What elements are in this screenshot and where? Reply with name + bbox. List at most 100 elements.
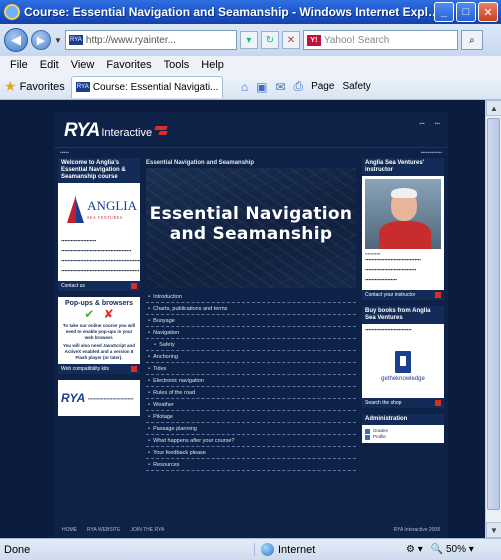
admin-profile-link[interactable]: Profile xyxy=(365,434,441,440)
back-button[interactable]: ◀ xyxy=(4,28,28,52)
refresh-button[interactable]: ↻ xyxy=(260,31,279,49)
tab-favicon-icon: RYA xyxy=(75,82,90,92)
arrow-icon xyxy=(131,366,137,372)
course-menu-item[interactable]: ▪ What happens after your course? xyxy=(146,435,356,447)
menu-help[interactable]: Help xyxy=(201,59,224,71)
favorites-bar: ★ Favorites RYA Course: Essential Naviga… xyxy=(0,74,501,100)
menu-file[interactable]: File xyxy=(10,59,28,71)
contact-instructor-button[interactable]: Contact your instructor xyxy=(362,290,444,300)
menu-tools[interactable]: Tools xyxy=(164,59,190,71)
instructor-title: Anglia Sea Ventures' instructor xyxy=(362,158,444,176)
scroll-thumb[interactable] xyxy=(487,118,500,510)
footer-home-link[interactable]: HOME xyxy=(62,527,77,533)
browser-tab[interactable]: RYA Course: Essential Navigati... xyxy=(70,75,223,98)
course-menu: ▪ Introduction ▪ Charts, publications and t… xyxy=(146,291,356,471)
header-link-2[interactable]: ▪▪▪ xyxy=(435,121,440,127)
history-dropdown-icon[interactable]: ▼ xyxy=(54,36,62,45)
popup-text-2: You will also need JavaScript and Active… xyxy=(63,343,135,360)
course-menu-item[interactable]: ▪ Safety xyxy=(146,339,356,351)
course-menu-item[interactable]: ▪ Introduction xyxy=(146,291,356,303)
course-menu-item[interactable]: ▪ Tides xyxy=(146,363,356,375)
course-menu-item[interactable]: ▪ Resources xyxy=(146,459,356,471)
forward-button[interactable]: ▶ xyxy=(31,30,51,50)
rya-contact-box[interactable]: RYA ▪▪▪▪▪▪▪▪▪▪▪▪▪▪▪▪▪▪▪▪▪▪▪▪▪▪▪▪▪▪▪▪ xyxy=(58,380,140,416)
course-menu-item[interactable]: ▪ Your feedback please xyxy=(146,447,356,459)
course-menu-item[interactable]: ▪ Buoyage xyxy=(146,315,356,327)
home-icon[interactable]: ⌂ xyxy=(241,80,248,94)
gtk-logo[interactable]: getheknowledge xyxy=(365,337,441,395)
yahoo-icon: Y! xyxy=(306,34,321,46)
instructor-photo xyxy=(365,179,441,249)
course-menu-label: Navigation xyxy=(153,329,180,336)
contact-us-label: Contact us xyxy=(61,283,85,289)
contact-instructor-label: Contact your instructor xyxy=(365,292,416,298)
mail-icon[interactable]: ✉ xyxy=(275,80,285,94)
popup-text-1: To take our online course you will need … xyxy=(62,323,136,340)
close-button[interactable]: ✕ xyxy=(478,2,498,22)
vertical-scrollbar[interactable]: ▲ ▼ xyxy=(485,100,501,538)
header-link-1[interactable]: ▪▪▪ xyxy=(419,121,424,127)
course-menu-label: Resources xyxy=(153,461,180,468)
print-icon[interactable]: ⎙ xyxy=(293,79,303,94)
welcome-title: Welcome to Anglia's Essential Navigation… xyxy=(58,158,140,183)
compat-kit-button[interactable]: Web compatibility kits xyxy=(58,364,140,374)
site-favicon-icon: RYA xyxy=(68,35,83,45)
window-title-bar[interactable]: Course: Essential Navigation and Seamans… xyxy=(0,0,501,24)
course-menu-item[interactable]: ▪ Pilotage xyxy=(146,411,356,423)
course-menu-item[interactable]: ▪ Navigation xyxy=(146,327,356,339)
bullet-icon: ▪ xyxy=(148,365,151,372)
feeds-icon[interactable]: ▣ xyxy=(256,80,267,94)
bullet-icon: ▪ xyxy=(148,293,151,300)
search-field[interactable]: Y! Yahoo! Search xyxy=(302,30,458,50)
course-menu-item[interactable]: ▪ Rules of the road xyxy=(146,387,356,399)
login-info: ▪▪▪▪▪▪▪▪▪▪▪▪ xyxy=(420,150,442,156)
stop-button[interactable]: ✕ xyxy=(281,31,300,49)
arrow-icon xyxy=(435,400,441,406)
search-shop-button[interactable]: Search the shop xyxy=(362,398,444,408)
security-zone[interactable]: Internet xyxy=(254,543,394,556)
search-button[interactable]: ⌕ xyxy=(460,30,483,50)
bullet-icon: ▪ xyxy=(148,305,151,312)
safety-menu[interactable]: Safety xyxy=(342,81,370,92)
maximize-button[interactable]: □ xyxy=(456,2,476,22)
header-links: ▪▪▪ ▪▪▪ xyxy=(419,121,440,127)
books-text: ▪▪▪▪▪▪▪▪▪▪▪▪▪▪▪▪▪▪▪▪▪▪▪▪▪▪▪▪▪ xyxy=(365,327,412,332)
course-menu-label: Tides xyxy=(153,365,167,372)
instructor-panel: ▪▪▪▪▪▪▪▪▪▪▪ ▪▪▪▪▪▪▪▪▪▪▪▪▪▪▪▪▪▪▪▪▪▪▪▪▪▪▪▪… xyxy=(362,176,444,290)
address-dropdown-button[interactable]: ▾ xyxy=(239,31,258,49)
scroll-up-button[interactable]: ▲ xyxy=(486,100,501,116)
footer-rya-website-link[interactable]: RYA WEBSITE xyxy=(87,527,120,533)
course-menu-item[interactable]: ▪ Anchoring xyxy=(146,351,356,363)
minimize-button[interactable]: _ xyxy=(434,2,454,22)
menu-edit[interactable]: Edit xyxy=(40,59,59,71)
check-icon: ✔ xyxy=(84,307,95,321)
popup-title: Pop-ups & browsers xyxy=(64,300,134,307)
middle-column: Essential Navigation and Seamanship Esse… xyxy=(146,158,356,471)
course-menu-item[interactable]: ▪ Electronic navigation xyxy=(146,375,356,387)
menu-view[interactable]: View xyxy=(71,59,95,71)
compat-kit-label: Web compatibility kits xyxy=(61,366,109,372)
contact-us-button[interactable]: Contact us xyxy=(58,281,140,291)
course-menu-item[interactable]: ▪ Weather xyxy=(146,399,356,411)
footer-join-link[interactable]: JOIN THE RYA xyxy=(130,527,164,533)
instructor-text-3: ▪▪▪▪▪▪▪▪▪▪▪▪▪▪▪▪▪▪▪▪ xyxy=(365,277,397,282)
breadcrumb[interactable]: ▪▪▪▪▪ xyxy=(60,150,69,156)
course-menu-item[interactable]: ▪ Charts, publications and terms xyxy=(146,303,356,315)
address-url: http://www.ryainter... xyxy=(85,34,176,46)
favorites-button[interactable]: ★ Favorites xyxy=(4,78,65,95)
protected-mode-icon[interactable]: ⚙ ▾ xyxy=(406,544,423,555)
rya-interactive-logo[interactable]: RYA Interactive xyxy=(64,120,169,142)
zoom-control[interactable]: 🔍 50% ▾ xyxy=(431,544,474,555)
menu-favorites[interactable]: Favorites xyxy=(106,59,151,71)
address-field[interactable]: RYA http://www.ryainter... xyxy=(64,30,237,50)
course-menu-item[interactable]: ▪ Passage planning xyxy=(146,423,356,435)
book-icon xyxy=(395,350,411,373)
admin-profile-label: Profile xyxy=(373,434,386,439)
command-bar: ⌂ ▣ ✉ ⎙ Page Safety xyxy=(241,79,371,94)
instructor-text-1: ▪▪▪▪▪▪▪▪▪▪▪▪▪▪▪▪▪▪▪▪▪▪▪▪▪▪▪▪▪▪▪▪▪▪▪ xyxy=(365,257,421,262)
site-footer: HOME RYA WEBSITE JOIN THE RYA RYA Intera… xyxy=(54,522,448,538)
course-hero: Essential Navigation and Seamanship xyxy=(146,168,356,288)
scroll-down-button[interactable]: ▼ xyxy=(486,522,501,538)
page-menu[interactable]: Page xyxy=(311,81,334,92)
bullet-icon: ▪ xyxy=(148,329,151,336)
